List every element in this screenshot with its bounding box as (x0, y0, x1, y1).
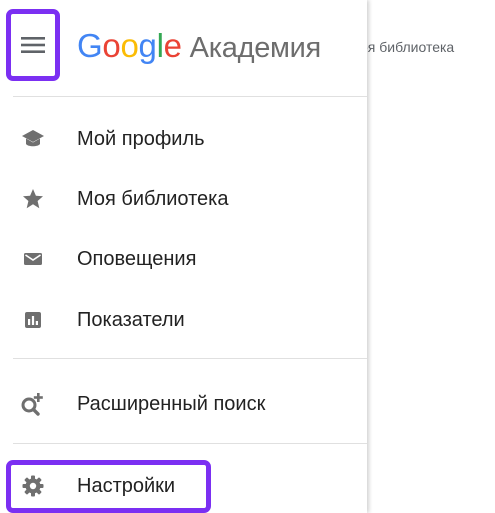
nav-item-label: Мой профиль (77, 127, 205, 150)
nav-item-settings[interactable]: Настройки (0, 462, 367, 510)
nav-item-label: Настройки (77, 474, 176, 497)
bar-chart-icon (20, 307, 46, 333)
background-breadcrumb-text: оя библиотека (360, 39, 455, 55)
nav-item-alerts[interactable]: Оповещения (0, 235, 367, 283)
drawer-header: Google Академия (0, 0, 367, 96)
nav-item-label: Моя библиотека (77, 187, 229, 210)
nav-item-label: Расширенный поиск (77, 392, 266, 415)
menu-button[interactable] (6, 9, 60, 81)
nav-item-advanced-search[interactable]: Расширенный поиск (0, 380, 367, 428)
divider (13, 358, 367, 359)
nav-item-label: Оповещения (77, 247, 197, 270)
logo-product-name: Академия (189, 32, 322, 64)
nav-item-label: Показатели (77, 308, 185, 331)
navigation-drawer: Google Академия Мой профиль Моя библиотек… (0, 0, 367, 513)
gear-icon (20, 473, 46, 499)
graduation-cap-icon (20, 126, 46, 152)
advanced-search-icon (20, 391, 46, 417)
star-icon (20, 186, 46, 212)
divider (13, 443, 367, 444)
nav-item-metrics[interactable]: Показатели (0, 296, 367, 344)
logo-letter: g (138, 27, 157, 64)
hamburger-menu-icon (20, 35, 46, 55)
logo-letter: l (156, 27, 164, 64)
nav-item-my-library[interactable]: Моя библиотека (0, 175, 367, 223)
divider (13, 96, 367, 97)
nav-item-my-profile[interactable]: Мой профиль (0, 115, 367, 163)
logo-letter: G (77, 27, 103, 64)
logo-letter: e (163, 27, 182, 64)
envelope-icon (20, 246, 46, 272)
google-scholar-logo[interactable]: Google Академия (77, 26, 321, 68)
logo-letter: o (102, 27, 121, 64)
logo-letter: o (120, 27, 139, 64)
